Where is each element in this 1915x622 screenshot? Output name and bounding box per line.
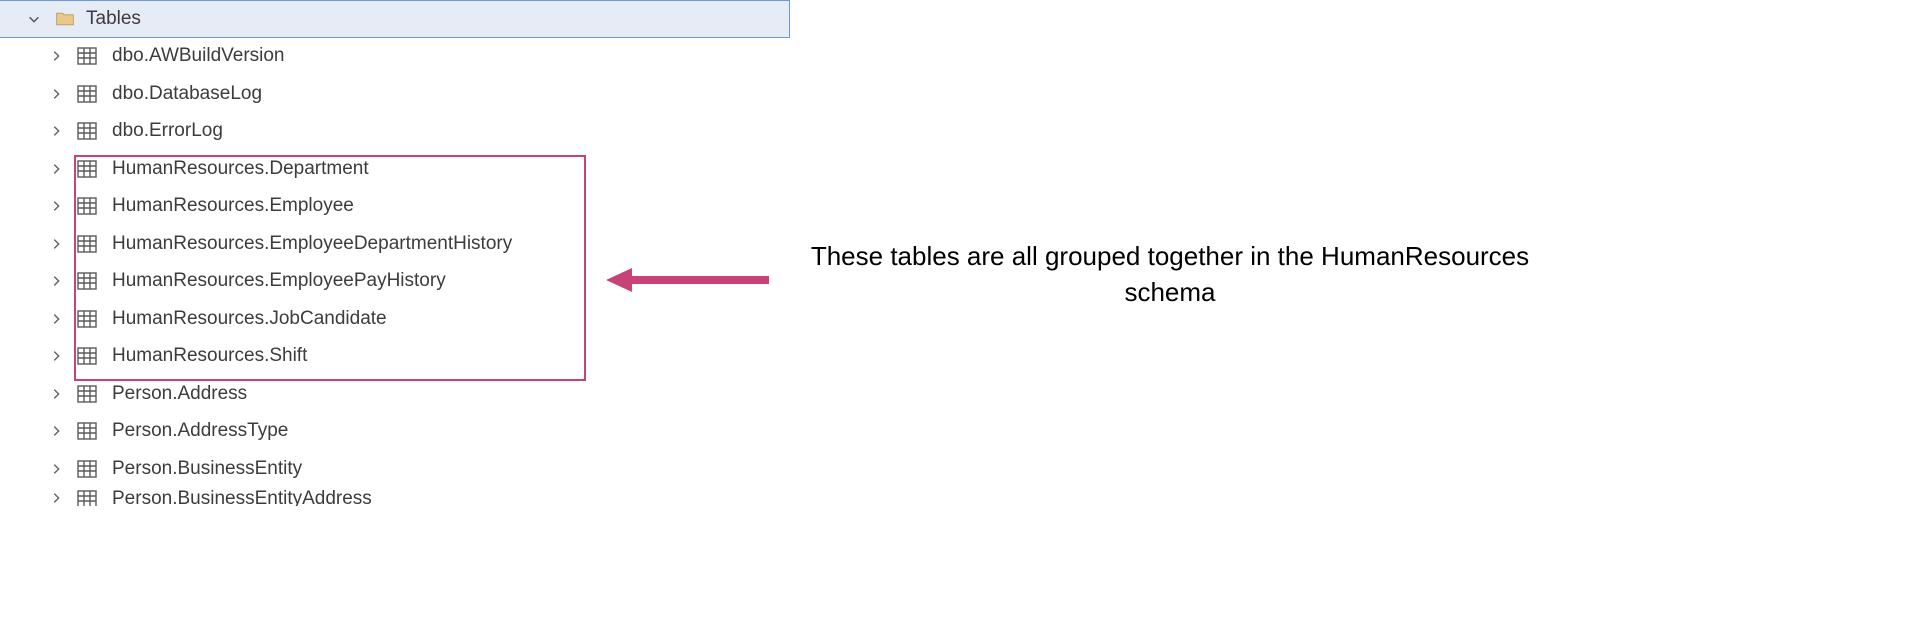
chevron-right-icon[interactable]	[46, 346, 66, 366]
tree-root-label: Tables	[86, 8, 141, 30]
table-icon	[76, 45, 98, 67]
chevron-down-icon[interactable]	[24, 9, 44, 29]
table-icon	[76, 270, 98, 292]
chevron-right-icon[interactable]	[46, 46, 66, 66]
chevron-right-icon[interactable]	[46, 459, 66, 479]
chevron-right-icon[interactable]	[46, 421, 66, 441]
tree-item-table[interactable]: Person.Address	[0, 375, 790, 413]
tree-item-table[interactable]: HumanResources.Department	[0, 150, 790, 188]
table-icon	[76, 195, 98, 217]
table-icon	[76, 308, 98, 330]
tree-item-table[interactable]: HumanResources.Employee	[0, 188, 790, 226]
table-icon	[76, 458, 98, 480]
table-icon	[76, 345, 98, 367]
tree-item-label: Person.BusinessEntityAddress	[112, 488, 372, 506]
table-icon	[76, 120, 98, 142]
tree-panel: Tables dbo.AWBuildVersion dbo.DatabaseLo…	[0, 0, 790, 622]
table-icon	[76, 488, 98, 506]
chevron-right-icon[interactable]	[46, 384, 66, 404]
tree-item-table[interactable]: Person.BusinessEntity	[0, 450, 790, 488]
table-icon	[76, 233, 98, 255]
table-icon	[76, 383, 98, 405]
tree-item-table[interactable]: dbo.ErrorLog	[0, 113, 790, 151]
tree-item-label: Person.Address	[112, 383, 247, 405]
folder-icon	[54, 8, 76, 30]
chevron-right-icon[interactable]	[46, 121, 66, 141]
chevron-right-icon[interactable]	[46, 196, 66, 216]
tree-root-tables[interactable]: Tables	[0, 0, 790, 38]
tree-item-table[interactable]: dbo.AWBuildVersion	[0, 38, 790, 76]
tree-item-table[interactable]: HumanResources.EmployeeDepartmentHistory	[0, 225, 790, 263]
annotation-text: These tables are all grouped together in…	[790, 238, 1550, 311]
chevron-right-icon[interactable]	[46, 309, 66, 329]
tree-item-table[interactable]: HumanResources.JobCandidate	[0, 300, 790, 338]
tree-item-label: dbo.DatabaseLog	[112, 83, 262, 105]
tree-item-label: HumanResources.EmployeeDepartmentHistory	[112, 233, 512, 255]
tree-item-label: Person.AddressType	[112, 420, 288, 442]
table-icon	[76, 420, 98, 442]
tree-item-label: dbo.ErrorLog	[112, 120, 223, 142]
chevron-right-icon[interactable]	[46, 159, 66, 179]
tree-item-label: HumanResources.Shift	[112, 345, 307, 367]
tree-item-table[interactable]: HumanResources.EmployeePayHistory	[0, 263, 790, 301]
tree-item-label: HumanResources.JobCandidate	[112, 308, 387, 330]
table-icon	[76, 158, 98, 180]
tree-item-label: Person.BusinessEntity	[112, 458, 302, 480]
tree-item-label: HumanResources.Employee	[112, 195, 354, 217]
tree-item-table[interactable]: dbo.DatabaseLog	[0, 75, 790, 113]
chevron-right-icon[interactable]	[46, 271, 66, 291]
chevron-right-icon[interactable]	[46, 488, 66, 506]
chevron-right-icon[interactable]	[46, 234, 66, 254]
tree-item-table[interactable]: Person.AddressType	[0, 413, 790, 451]
tree-item-label: HumanResources.EmployeePayHistory	[112, 270, 446, 292]
tree-item-table[interactable]: Person.BusinessEntityAddress	[0, 488, 790, 506]
tree-item-table[interactable]: HumanResources.Shift	[0, 338, 790, 376]
tree-item-label: HumanResources.Department	[112, 158, 369, 180]
chevron-right-icon[interactable]	[46, 84, 66, 104]
tree-item-label: dbo.AWBuildVersion	[112, 45, 285, 67]
table-icon	[76, 83, 98, 105]
